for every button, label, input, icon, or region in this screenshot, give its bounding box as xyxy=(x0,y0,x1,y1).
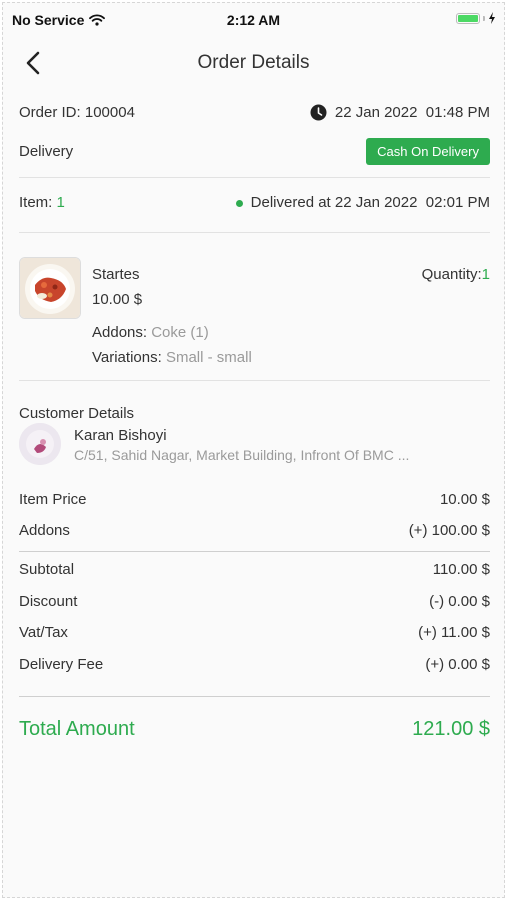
vat-value: (+) 11.00 $ xyxy=(418,624,490,641)
item-count: Item: 1 xyxy=(19,194,65,211)
customer-name: Karan Bishoyi xyxy=(74,427,167,444)
product-quantity: Quantity:1 xyxy=(422,266,490,283)
item-count-value: 1 xyxy=(56,194,65,211)
payment-badge: Cash On Delivery xyxy=(366,138,490,165)
total-value: 121.00 $ xyxy=(412,718,490,740)
item-price-label: Item Price xyxy=(19,491,87,508)
addons-value: Coke (1) xyxy=(151,324,209,341)
delivery-fee-row: Delivery Fee (+) 0.00 $ xyxy=(19,656,490,673)
divider xyxy=(19,696,490,697)
addons-row: Addons (+) 100.00 $ xyxy=(19,522,490,539)
vat-row: Vat/Tax (+) 11.00 $ xyxy=(19,624,490,641)
order-id-row: Order ID: 100004 22 Jan 2022 01:48 PM xyxy=(19,104,490,121)
order-date: 22 Jan 2022 01:48 PM xyxy=(310,104,490,121)
product-variations: Variations: Small - small xyxy=(92,349,252,366)
discount-value: (-) 0.00 $ xyxy=(429,593,490,610)
order-id: Order ID: 100004 xyxy=(19,104,135,121)
screen: No Service 2:12 AM Order Details Order I… xyxy=(2,2,505,898)
delivery-fee-value: (+) 0.00 $ xyxy=(425,656,490,673)
delivered-status: Delivered at 22 Jan 2022 02:01 PM xyxy=(235,194,490,211)
subtotal-value: 110.00 $ xyxy=(432,561,490,578)
vat-label: Vat/Tax xyxy=(19,624,68,641)
variations-value: Small - small xyxy=(165,349,252,366)
order-date-text: 22 Jan 2022 01:48 PM xyxy=(334,104,490,121)
battery-icon xyxy=(456,12,480,24)
order-type: Delivery xyxy=(19,143,74,160)
product-price: 10.00 $ xyxy=(92,291,143,308)
order-id-label: Order ID: xyxy=(19,104,81,121)
item-price-row: Item Price 10.00 $ xyxy=(19,491,490,508)
addons-label: Addons: xyxy=(92,324,148,341)
divider xyxy=(19,232,490,233)
quantity-label: Quantity: xyxy=(421,266,482,283)
status-right xyxy=(456,12,496,24)
header: Order Details xyxy=(3,41,504,85)
discount-label: Discount xyxy=(19,593,78,610)
charging-icon xyxy=(489,12,495,24)
total-row: Total Amount 121.00 $ xyxy=(19,718,490,741)
item-count-label: Item: xyxy=(19,194,53,211)
summary-addons-label: Addons xyxy=(19,522,70,539)
subtotal-row: Subtotal 110.00 $ xyxy=(19,561,490,578)
status-dot-icon xyxy=(235,199,243,207)
product-name: Startes xyxy=(92,266,140,283)
subtotal-label: Subtotal xyxy=(19,561,75,578)
product-addons: Addons: Coke (1) xyxy=(92,324,209,341)
quantity-value: 1 xyxy=(481,266,490,283)
order-id-value: 100004 xyxy=(84,104,135,121)
delivery-fee-label: Delivery Fee xyxy=(19,656,104,673)
discount-row: Discount (-) 0.00 $ xyxy=(19,593,490,610)
item-price-value: 10.00 $ xyxy=(439,491,490,508)
item-status-row: Item: 1 Delivered at 22 Jan 2022 02:01 P… xyxy=(19,194,490,211)
divider xyxy=(19,177,490,178)
summary-addons-value: (+) 100.00 $ xyxy=(408,522,490,539)
clock-icon xyxy=(310,104,327,121)
divider xyxy=(19,380,490,381)
page-title: Order Details xyxy=(197,52,310,73)
delivered-text: Delivered at 22 Jan 2022 02:01 PM xyxy=(250,194,490,211)
divider xyxy=(19,551,490,552)
delivery-row: Delivery Cash On Delivery xyxy=(19,138,490,165)
customer-section-title: Customer Details xyxy=(19,405,135,422)
avatar xyxy=(19,423,61,465)
status-bar: No Service 2:12 AM xyxy=(3,3,504,37)
product-image xyxy=(19,257,81,319)
status-time: 2:12 AM xyxy=(226,12,281,28)
battery-tip xyxy=(483,15,485,21)
customer-address: C/51, Sahid Nagar, Market Building, Infr… xyxy=(74,447,410,463)
variations-label: Variations: xyxy=(92,349,162,366)
total-label: Total Amount xyxy=(19,718,135,740)
